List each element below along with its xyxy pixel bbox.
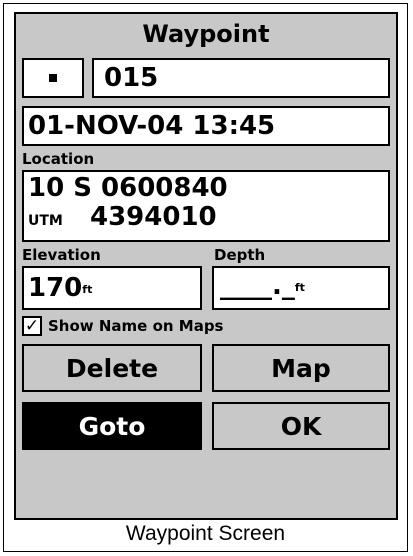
figure-frame: Waypoint 015 01-NOV-04 13:45 Location 10… <box>3 3 408 552</box>
depth-label: Depth <box>214 246 266 264</box>
location-field[interactable]: 10 S 0600840 UTM 4394010 <box>22 170 390 242</box>
page-title: Waypoint <box>142 20 270 48</box>
square-dot-icon <box>49 74 57 82</box>
location-line1: 10 S 0600840 <box>28 173 228 203</box>
waypoint-name-value: 015 <box>104 63 159 93</box>
location-line2-row: UTM 4394010 <box>28 202 388 236</box>
elevation-value: 170 <box>28 273 83 303</box>
depth-value: ____._ <box>220 271 295 301</box>
elevation-unit: ft <box>82 283 93 296</box>
waypoint-screen: Waypoint 015 01-NOV-04 13:45 Location 10… <box>14 12 398 520</box>
elevation-field[interactable]: 170ft <box>22 266 202 310</box>
location-line2: 4394010 <box>90 202 217 232</box>
elevation-label: Elevation <box>22 246 101 264</box>
datetime-value: 01-NOV-04 13:45 <box>28 111 276 141</box>
location-label: Location <box>22 150 95 168</box>
symbol-selector[interactable] <box>22 58 84 98</box>
utm-label: UTM <box>28 213 63 229</box>
goto-button[interactable]: Goto <box>22 402 202 450</box>
ok-button[interactable]: OK <box>212 402 390 450</box>
depth-field[interactable]: ____._ft <box>212 266 390 310</box>
figure-caption: Waypoint Screen <box>125 522 286 545</box>
delete-button[interactable]: Delete <box>22 344 202 392</box>
show-name-label: Show Name on Maps <box>48 317 224 335</box>
show-name-checkbox[interactable]: ✓ <box>22 316 42 336</box>
datetime-field[interactable]: 01-NOV-04 13:45 <box>22 106 390 146</box>
checkmark-icon: ✓ <box>24 316 40 336</box>
depth-unit: ft <box>294 281 305 294</box>
waypoint-name-field[interactable]: 015 <box>92 58 390 98</box>
map-button[interactable]: Map <box>212 344 390 392</box>
